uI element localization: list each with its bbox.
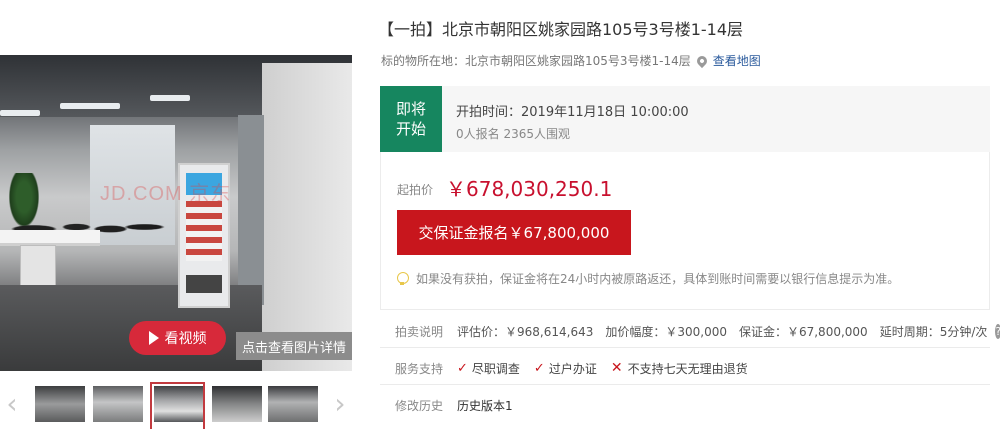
check-icon: ✓ <box>457 360 468 376</box>
map-pin-icon <box>694 53 709 68</box>
service-support-row: 服务支持 ✓ 尽职调查 ✓ 过户办证 ✕ 不支持七天无理由退货 <box>380 353 990 383</box>
history-row: 修改历史 历史版本1 <box>380 390 990 420</box>
view-map-link[interactable]: 查看地图 <box>713 52 761 69</box>
price-panel: 起拍价 ￥678,030,250.1 交保证金报名￥67,800,000 如果没… <box>380 152 990 310</box>
image-gallery: JD.COM 京东 看视频 点击查看图片详情 ‹ › <box>0 10 355 429</box>
deposit-tip-text: 如果没有获拍，保证金将在24小时内被原路返还，具体到账时间需要以银行信息提示为准… <box>416 272 900 286</box>
deposit-amount: 保证金：￥67,800,000 <box>738 324 868 339</box>
starting-price-value: ￥678,030,250.1 <box>446 177 613 201</box>
starting-price-label: 起拍价 <box>397 183 434 197</box>
participant-counts: 0人报名 2365人围观 <box>456 127 570 141</box>
deposit-tip: 如果没有获拍，保证金将在24小时内被原路返还，具体到账时间需要以银行信息提示为准… <box>396 270 899 287</box>
watch-video-button[interactable]: 看视频 <box>129 321 226 355</box>
service-due-diligence: ✓ 尽职调查 <box>457 360 520 376</box>
photo-desk <box>0 230 100 246</box>
next-arrow-icon[interactable]: › <box>330 387 350 420</box>
thumbnail[interactable] <box>268 386 318 422</box>
service-no-returns: ✕ 不支持七天无理由退货 <box>610 360 748 376</box>
photo-wall <box>262 63 352 371</box>
lightbulb-icon <box>396 271 409 286</box>
thumbnail-strip: ‹ › <box>0 380 355 429</box>
assessed-price: 评估价：￥968,614,643 <box>457 324 594 339</box>
cross-icon: ✕ <box>610 360 623 376</box>
thumbnail[interactable] <box>212 386 262 422</box>
thumbnail[interactable] <box>93 386 143 422</box>
thumbnail[interactable] <box>35 386 85 422</box>
auction-info-label: 拍卖说明 <box>395 324 444 339</box>
photo-door <box>238 115 264 305</box>
service-support-label: 服务支持 <box>395 361 444 376</box>
pay-deposit-register-button[interactable]: 交保证金报名￥67,800,000 <box>397 210 631 255</box>
divider <box>380 384 990 385</box>
prev-arrow-icon[interactable]: ‹ <box>2 387 22 420</box>
delay-period: 延时周期：5分钟/次 <box>879 324 988 339</box>
main-photo[interactable]: JD.COM 京东 看视频 <box>0 55 352 371</box>
history-label: 修改历史 <box>395 398 444 413</box>
thumbnail-selected-frame <box>150 382 205 429</box>
divider <box>380 347 990 348</box>
auction-info-row: 拍卖说明 评估价：￥968,614,643 加价幅度：￥300,000 保证金：… <box>380 316 1000 346</box>
help-icon[interactable]: ? <box>995 323 1000 339</box>
location-row: 标的物所在地：北京市朝阳区姚家园路105号3号楼1-14层 查看地图 <box>381 52 761 69</box>
page-title: 【一拍】北京市朝阳区姚家园路105号3号楼1-14层 <box>378 20 744 39</box>
view-image-details-button[interactable]: 点击查看图片详情 <box>236 332 352 360</box>
status-badge-line1: 即将 <box>395 100 426 118</box>
history-version-link[interactable]: 历史版本1 <box>457 397 513 414</box>
service-transfer-certificate: ✓ 过户办证 <box>533 360 597 376</box>
photo-watermark: JD.COM 京东 <box>100 183 232 205</box>
auction-status-panel: 即将 开始 开拍时间：2019年11月18日 10:00:00 0人报名 236… <box>380 86 990 152</box>
play-icon <box>148 331 159 345</box>
start-time: 开拍时间：2019年11月18日 10:00:00 <box>456 105 689 120</box>
status-badge-line2: 开始 <box>395 120 426 138</box>
watch-video-label: 看视频 <box>164 331 207 347</box>
location-text: 标的物所在地：北京市朝阳区姚家园路105号3号楼1-14层 <box>381 54 691 68</box>
check-icon: ✓ <box>533 360 545 376</box>
status-badge: 即将 开始 <box>380 86 442 152</box>
bid-increment: 加价幅度：￥300,000 <box>605 324 727 339</box>
